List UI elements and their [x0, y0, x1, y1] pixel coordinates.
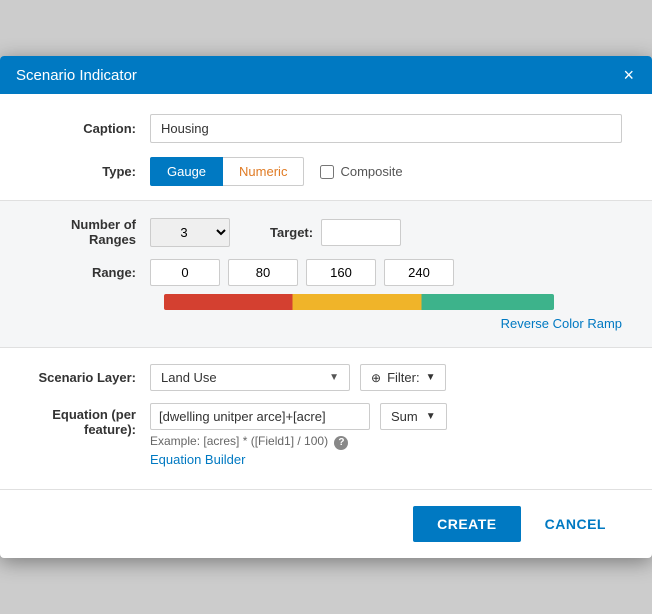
equation-label: Equation (per feature): — [30, 403, 150, 437]
caption-row: Caption: — [30, 114, 622, 143]
layer-dropdown[interactable]: Land Use ▼ — [150, 364, 350, 391]
composite-checkbox[interactable] — [320, 165, 334, 179]
scenario-indicator-dialog: Scenario Indicator × Caption: Type: Gaug… — [0, 56, 652, 558]
gray-section: Number of Ranges 3 1 2 4 5 Target: Range… — [0, 200, 652, 348]
close-button[interactable]: × — [621, 66, 636, 84]
range-input-1[interactable] — [228, 259, 298, 286]
question-icon[interactable]: ? — [334, 436, 348, 450]
filter-layers-icon: ⊕ — [371, 371, 381, 385]
gauge-button[interactable]: Gauge — [150, 157, 223, 186]
caption-input[interactable] — [150, 114, 622, 143]
range-input-2[interactable] — [306, 259, 376, 286]
layer-dropdown-value: Land Use — [161, 370, 217, 385]
sum-dropdown-arrow-icon: ▼ — [426, 411, 436, 422]
equation-hint: Example: [acres] * ([Field1] / 100) ? — [150, 434, 622, 450]
dialog-footer: CREATE CANCEL — [0, 489, 652, 558]
sum-dropdown[interactable]: Sum ▼ — [380, 403, 447, 430]
ranges-select[interactable]: 3 1 2 4 5 — [150, 218, 230, 247]
equation-row-inner: Sum ▼ — [150, 403, 622, 430]
dialog-header: Scenario Indicator × — [0, 56, 652, 94]
filter-label: Filter: — [387, 370, 420, 385]
equation-row: Equation (per feature): Sum ▼ Example: [… — [30, 403, 622, 467]
range-input-3[interactable] — [384, 259, 454, 286]
layer-dropdown-arrow-icon: ▼ — [329, 372, 339, 383]
range-row: Range: — [30, 259, 622, 286]
ranges-row: Number of Ranges 3 1 2 4 5 Target: — [30, 217, 622, 247]
composite-label: Composite — [340, 164, 402, 179]
target-input[interactable] — [321, 219, 401, 246]
dialog-title: Scenario Indicator — [16, 67, 137, 84]
cancel-button[interactable]: CANCEL — [529, 506, 622, 542]
type-row: Type: Gauge Numeric Composite — [30, 157, 622, 186]
target-group: Target: — [270, 219, 401, 246]
create-button[interactable]: CREATE — [413, 506, 521, 542]
equation-hint-text: Example: [acres] * ([Field1] / 100) — [150, 434, 328, 448]
composite-checkbox-label[interactable]: Composite — [320, 164, 402, 179]
type-label: Type: — [30, 164, 150, 179]
scenario-layer-label: Scenario Layer: — [30, 370, 150, 385]
caption-label: Caption: — [30, 121, 150, 136]
equation-builder-link[interactable]: Equation Builder — [150, 452, 622, 467]
range-label: Range: — [30, 265, 150, 280]
type-buttons: Gauge Numeric — [150, 157, 304, 186]
reverse-color-ramp-link[interactable]: Reverse Color Ramp — [501, 316, 622, 331]
sum-label: Sum — [391, 409, 418, 424]
range-inputs — [150, 259, 454, 286]
color-bar — [164, 294, 554, 310]
dialog-body: Caption: Type: Gauge Numeric Composite N… — [0, 94, 652, 489]
ranges-label: Number of Ranges — [30, 217, 150, 247]
target-label: Target: — [270, 225, 313, 240]
equation-input[interactable] — [150, 403, 370, 430]
numeric-button[interactable]: Numeric — [223, 157, 304, 186]
scenario-layer-row: Scenario Layer: Land Use ▼ ⊕ Filter: ▼ — [30, 364, 622, 391]
equation-content: Sum ▼ Example: [acres] * ([Field1] / 100… — [150, 403, 622, 467]
filter-dropdown-arrow-icon: ▼ — [426, 372, 436, 383]
color-ramp-row: Reverse Color Ramp — [164, 294, 622, 331]
range-input-0[interactable] — [150, 259, 220, 286]
filter-button[interactable]: ⊕ Filter: ▼ — [360, 364, 446, 391]
